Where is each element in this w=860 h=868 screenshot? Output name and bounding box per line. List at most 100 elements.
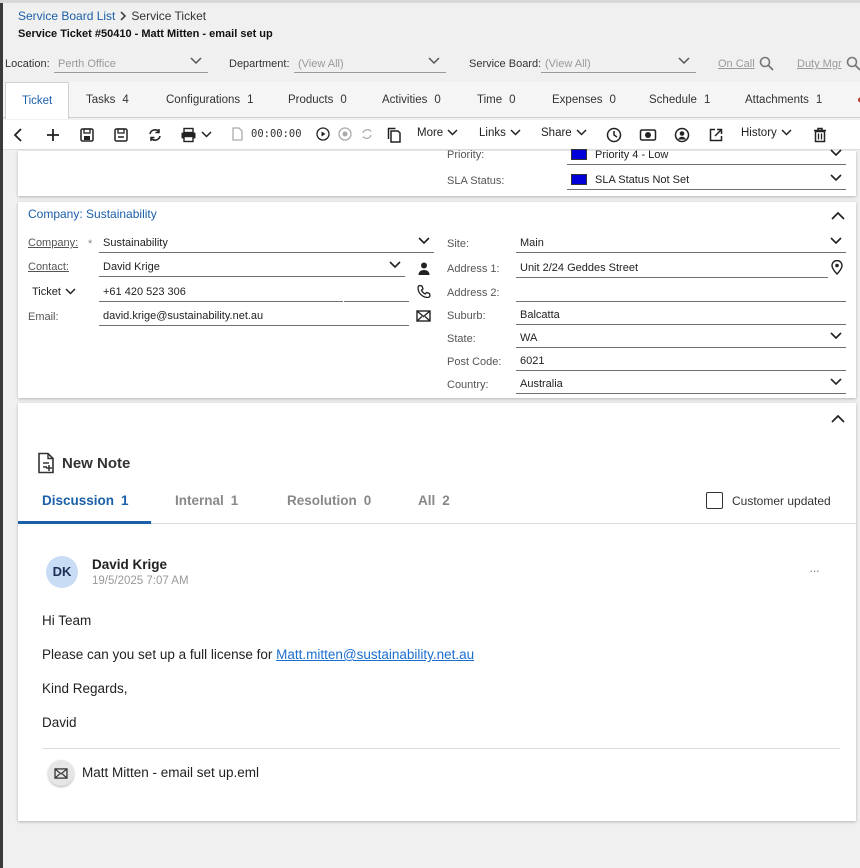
tab-expenses[interactable]: Expenses 0	[552, 82, 616, 118]
new-note-label: New Note	[62, 454, 131, 472]
envelope-icon[interactable]	[416, 310, 431, 322]
phone-type-value: Ticket	[32, 286, 61, 298]
refresh-icon[interactable]	[147, 127, 163, 143]
notes-tab-discussion[interactable]: Discussion 1	[42, 493, 129, 508]
collapse-chevron-up-icon[interactable]	[831, 211, 845, 220]
links-menu[interactable]: Links	[479, 127, 521, 139]
location-label: Location:	[5, 58, 50, 70]
tab-schedule[interactable]: Schedule 1	[649, 82, 710, 118]
stop-icon[interactable]	[338, 127, 352, 141]
tab-label: Time	[477, 94, 503, 106]
add-icon[interactable]	[45, 127, 61, 143]
tab-label: Expenses	[552, 94, 603, 106]
country-select[interactable]: Australia	[516, 374, 846, 394]
suburb-field[interactable]: Balcatta	[516, 305, 846, 325]
timer-control[interactable]: 00:00:00	[231, 127, 302, 141]
priority-color-swatch	[571, 149, 587, 160]
company-label[interactable]: Company:	[28, 237, 78, 249]
tab-ticket[interactable]: Ticket	[5, 82, 70, 119]
priority-select[interactable]: Priority 4 - Low	[567, 145, 846, 165]
breadcrumb: Service Board List Service Ticket	[18, 9, 206, 23]
chevron-down-icon	[830, 378, 842, 386]
more-menu[interactable]: More	[417, 127, 458, 139]
address2-field[interactable]	[516, 282, 846, 302]
email-value: david.krige@sustainability.net.au	[103, 310, 264, 322]
search-icon[interactable]	[759, 56, 774, 71]
email-attachment-icon[interactable]	[48, 760, 74, 786]
tab-tasks[interactable]: Tasks 4	[86, 82, 129, 118]
history-menu[interactable]: History	[741, 127, 792, 139]
service-board-select[interactable]: (View All)	[541, 53, 696, 73]
checkbox-box[interactable]	[706, 492, 723, 509]
address1-value: Unit 2/24 Geddes Street	[520, 262, 639, 274]
copy-icon[interactable]	[387, 127, 401, 143]
user-circle-icon[interactable]	[674, 127, 690, 143]
breadcrumb-service-board-list[interactable]: Service Board List	[18, 9, 115, 23]
site-select[interactable]: Main	[516, 233, 846, 253]
phone-field[interactable]: +61 420 523 306	[99, 282, 343, 302]
save-icon[interactable]	[79, 127, 95, 143]
notes-tab-label: Resolution	[287, 493, 357, 508]
tab-label: Attachments	[745, 94, 809, 106]
print-button[interactable]	[180, 127, 212, 143]
save-and-close-icon[interactable]	[113, 127, 129, 143]
play-icon[interactable]	[316, 127, 330, 141]
postcode-label: Post Code:	[447, 356, 502, 368]
contact-select[interactable]: David Krige	[99, 257, 405, 277]
tab-activities[interactable]: Activities 0	[382, 82, 441, 118]
notes-tab-label: All	[418, 493, 436, 508]
email-field[interactable]: david.krige@sustainability.net.au	[99, 306, 409, 326]
duty-mgr-link[interactable]: Duty Mgr	[797, 58, 842, 70]
tab-attachments[interactable]: Attachments 1	[745, 82, 822, 118]
active-tab-indicator	[18, 521, 151, 524]
location-select[interactable]: Perth Office	[54, 53, 208, 73]
email-link[interactable]: Matt.mitten@sustainability.net.au	[276, 647, 474, 662]
tab-configurations[interactable]: Configurations 1	[166, 82, 254, 118]
company-card: Company: Sustainability Company: * Susta…	[18, 202, 856, 398]
person-icon[interactable]	[418, 262, 430, 275]
note-menu-icon[interactable]: ···	[809, 563, 820, 578]
suburb-value: Balcatta	[520, 309, 560, 321]
state-select[interactable]: WA	[516, 328, 846, 348]
share-menu[interactable]: Share	[541, 127, 587, 139]
search-icon[interactable]	[846, 56, 860, 71]
note-timestamp: 19/5/2025 7:07 AM	[92, 575, 189, 587]
delete-icon[interactable]	[813, 127, 827, 143]
open-external-icon[interactable]	[708, 127, 724, 143]
back-icon[interactable]	[12, 127, 24, 143]
phone-icon[interactable]	[417, 284, 431, 298]
contact-label[interactable]: Contact:	[28, 261, 69, 273]
attachment-divider	[42, 748, 840, 749]
new-note-button[interactable]: New Note	[36, 452, 130, 474]
phone-value: +61 420 523 306	[103, 286, 186, 298]
postcode-field[interactable]: 6021	[516, 351, 846, 371]
company-select[interactable]: Sustainability	[99, 233, 434, 253]
customer-updated-checkbox[interactable]: Customer updated	[706, 492, 831, 509]
site-value: Main	[520, 237, 544, 249]
reset-icon[interactable]	[360, 127, 374, 141]
address1-field[interactable]: Unit 2/24 Geddes Street	[516, 258, 828, 278]
email-label: Email:	[28, 311, 59, 323]
notes-tab-internal[interactable]: Internal 1	[175, 493, 238, 508]
sla-status-select[interactable]: SLA Status Not Set	[567, 170, 846, 190]
clock-icon[interactable]	[606, 127, 622, 143]
department-value: (View All)	[298, 58, 344, 70]
chevron-down-icon	[830, 237, 842, 245]
phone-type-select[interactable]: Ticket	[32, 286, 76, 298]
tab-products[interactable]: Products 0	[288, 82, 347, 118]
collapse-chevron-up-icon[interactable]	[831, 414, 845, 423]
print-icon	[181, 127, 196, 143]
phone-extension-field[interactable]	[344, 282, 409, 302]
on-call-link[interactable]: On Call	[718, 58, 755, 70]
tab-count: 0	[609, 94, 616, 106]
notes-tab-all[interactable]: All 2	[418, 493, 450, 508]
notes-tab-resolution[interactable]: Resolution 0	[287, 493, 371, 508]
attachment-filename[interactable]: Matt Mitten - email set up.eml	[82, 765, 259, 780]
tab-time[interactable]: Time 0	[477, 82, 516, 118]
state-value: WA	[520, 332, 538, 344]
share-label: Share	[541, 127, 572, 139]
department-select[interactable]: (View All)	[294, 53, 446, 73]
map-pin-icon[interactable]	[831, 260, 843, 275]
camera-icon[interactable]	[639, 127, 657, 143]
sla-status-label: SLA Status:	[447, 175, 505, 187]
